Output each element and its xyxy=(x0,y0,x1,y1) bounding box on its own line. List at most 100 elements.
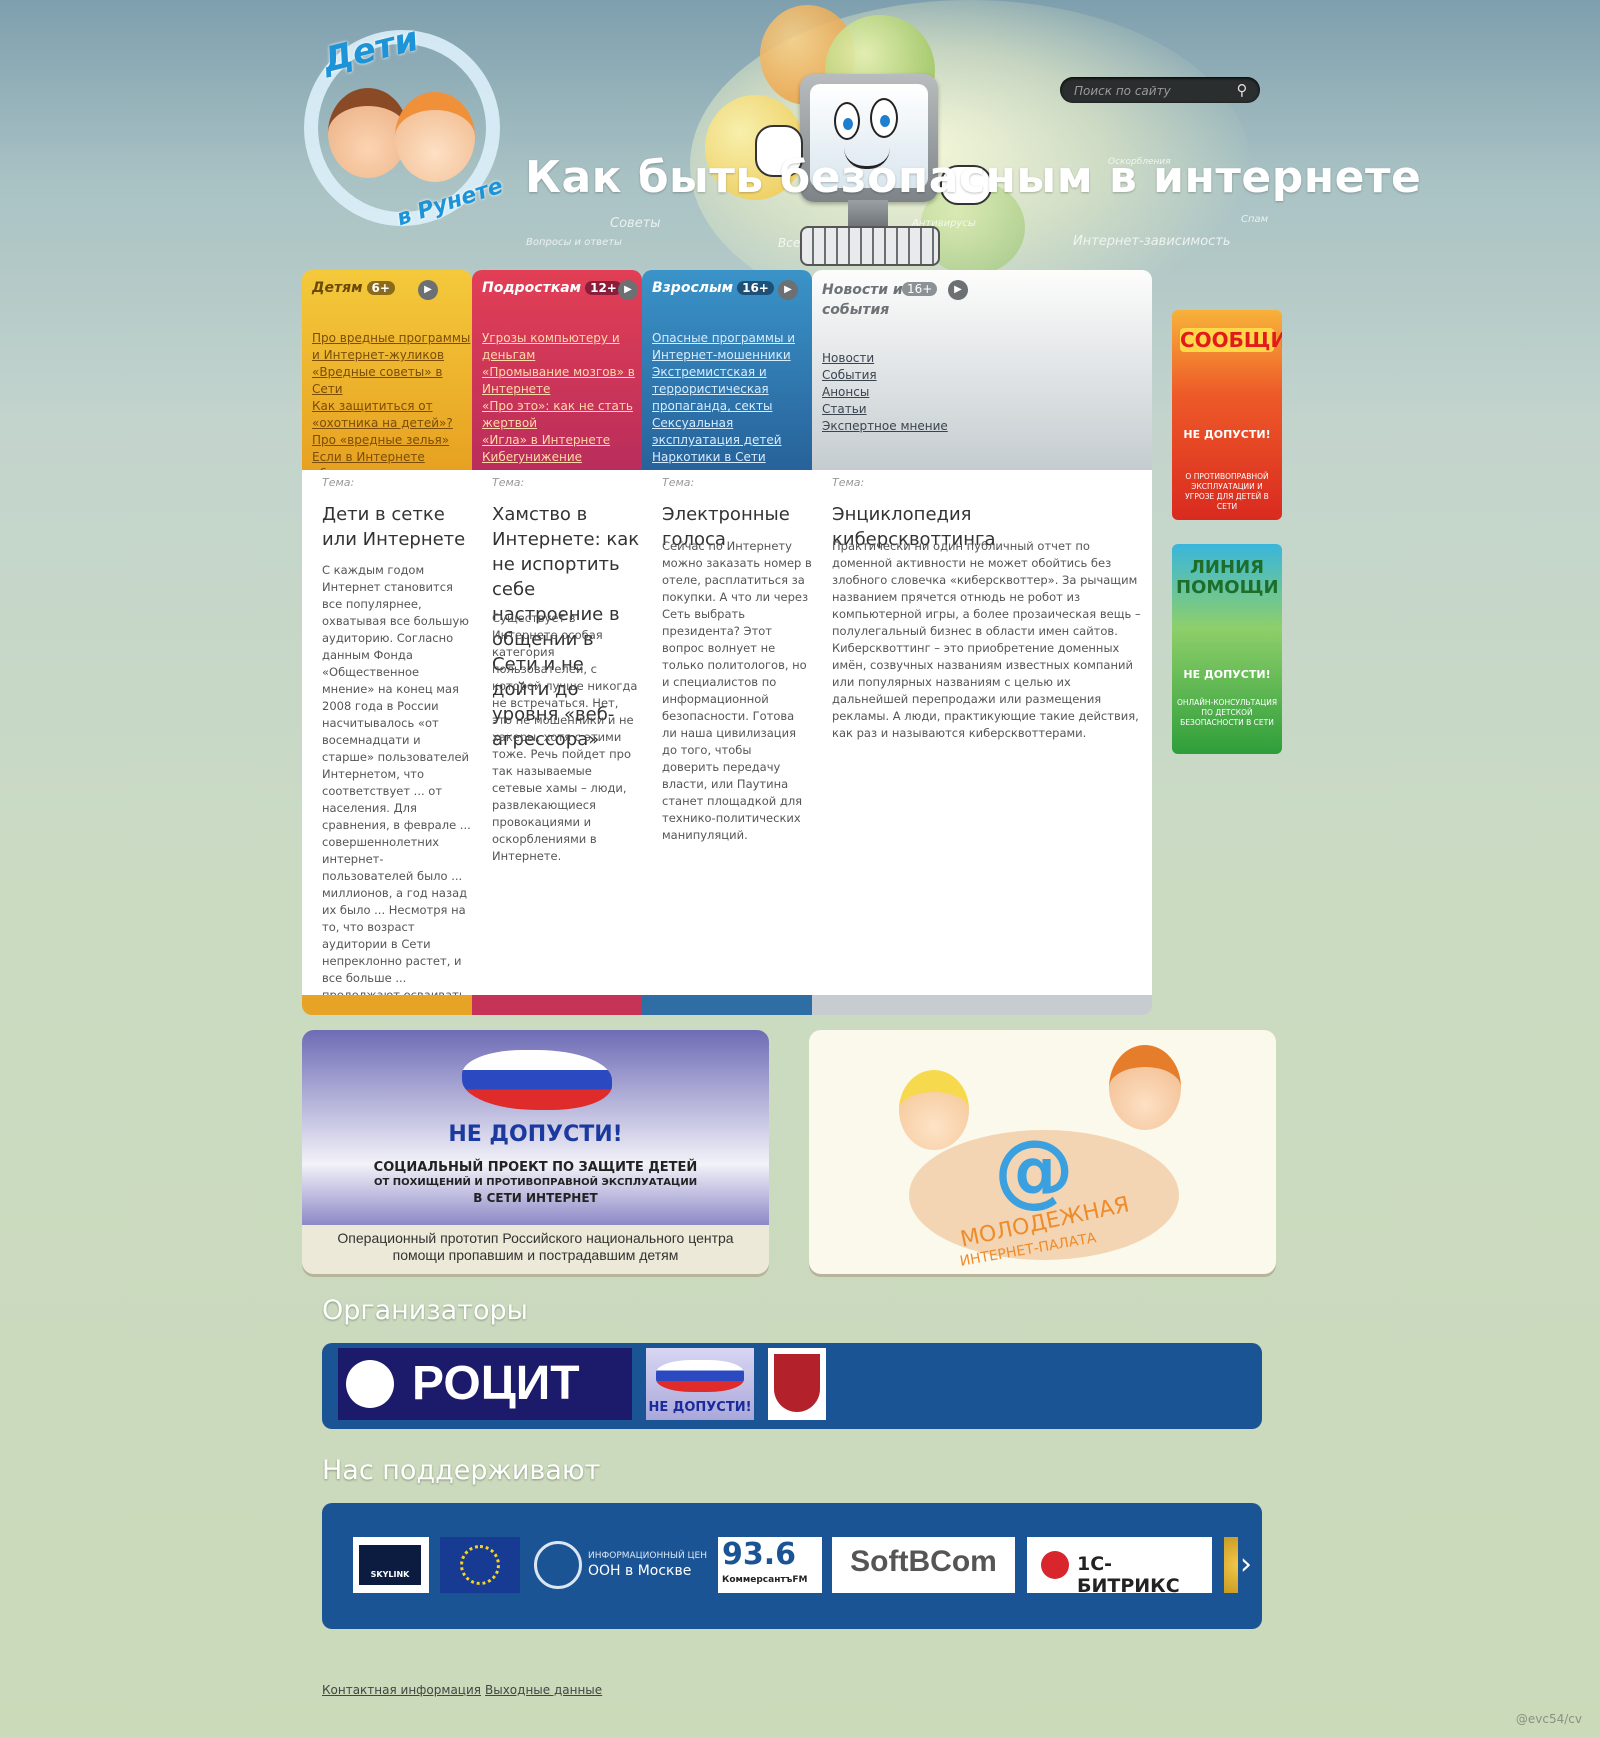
logo-eu-flag[interactable] xyxy=(440,1537,520,1593)
banner-report[interactable]: СООБЩИ НЕ ДОПУСТИ! О ПРОТИВОПРАВНОЙ ЭКСП… xyxy=(1172,310,1282,520)
link-news-3[interactable]: Статьи xyxy=(822,401,977,418)
link-teens-0[interactable]: Угрозы компьютеру и деньгам xyxy=(482,330,637,364)
link-adults-3[interactable]: Наркотики в Сети xyxy=(652,449,807,466)
theme-label: Тема: xyxy=(492,476,525,489)
column-adults-footer xyxy=(642,995,812,1015)
un-line1: ИНФОРМАЦИОННЫЙ ЦЕНТР xyxy=(588,1551,707,1561)
link-adults-1[interactable]: Экстремистская и террористическая пропаг… xyxy=(652,364,807,415)
search-input[interactable] xyxy=(1072,81,1236,101)
article-text-kids: С каждым годом Интернет становится все п… xyxy=(322,563,471,995)
skylink-label: SKYLINK xyxy=(359,1545,421,1585)
footer-credit: @evc54/cv xyxy=(1515,1712,1582,1726)
promo-caption: Операционный прототип Российского национ… xyxy=(337,1230,734,1263)
un-emblem-icon xyxy=(534,1541,582,1589)
promo-youth-at-icon: @ xyxy=(994,1123,1074,1216)
tab-news-arrow-icon[interactable]: ▶ xyxy=(948,280,968,300)
link-adults-2[interactable]: Сексуальная эксплуатация детей xyxy=(652,415,807,449)
article-title-kids[interactable]: Дети в сетке или Интернете xyxy=(322,502,472,552)
mascot-eye-right xyxy=(870,98,898,138)
tab-adults-arrow-icon[interactable]: ▶ xyxy=(778,280,798,300)
bitrix-label: 1С-БИТРИКС xyxy=(1077,1553,1180,1593)
un-line2: ООН в Москве xyxy=(588,1563,692,1579)
site-title: Как быть безопасным в интернете xyxy=(525,152,1422,203)
tab-kids-arrow-icon[interactable]: ▶ xyxy=(418,280,438,300)
link-teens-3[interactable]: «Игла» в Интернете xyxy=(482,432,637,449)
column-kids-footer xyxy=(302,995,472,1015)
logo-kommersant-fm[interactable]: 93.6 КоммерсантъFM xyxy=(718,1537,822,1593)
banner-helpline-title: ЛИНИЯ ПОМОЩИ xyxy=(1176,557,1279,598)
column-adults-body: Тема: Электронные голоса Сейчас по Интер… xyxy=(642,470,812,995)
supporters-heading: Нас поддерживают xyxy=(322,1455,601,1486)
promo-youth-girl xyxy=(899,1070,969,1150)
tab-adults[interactable]: Взрослым 16+ xyxy=(652,280,774,296)
column-teens: Подросткам 12+ ▶ Угрозы компьютеру и день… xyxy=(472,270,642,1015)
footer-imprint-link[interactable]: Выходные данные xyxy=(485,1683,602,1697)
promo-brand: НЕ ДОПУСТИ! xyxy=(448,1122,623,1147)
banner-report-text: О ПРОТИВОПРАВНОЙ ЭКСПЛУАТАЦИИ И УГРОЗЕ Д… xyxy=(1185,472,1269,511)
column-adults-links: Опасные программы и Интернет-мошенники Э… xyxy=(652,330,807,466)
tab-news[interactable]: Новости и события xyxy=(822,280,912,320)
link-kids-3[interactable]: Про «вредные зелья» xyxy=(312,432,474,449)
tag-spam[interactable]: Спам xyxy=(1241,214,1268,225)
tab-kids[interactable]: Детям 6+ xyxy=(312,280,395,296)
logo-1c-bitrix[interactable]: 1С-БИТРИКС xyxy=(1027,1537,1212,1593)
link-teens-2[interactable]: «Про это»: как не стать жертвой xyxy=(482,398,637,432)
logo-softbcom[interactable]: SoftBCom xyxy=(832,1537,1015,1593)
article-text-adults: Сейчас по Интернету можно заказать номер… xyxy=(662,539,812,842)
fm-name: КоммерсантъFM xyxy=(722,1575,808,1585)
tag-addiction[interactable]: Интернет-зависимость xyxy=(1073,234,1231,249)
banner-helpline-text: ОНЛАЙН-КОНСУЛЬТАЦИЯ ПО ДЕТСКОЙ БЕЗОПАСНО… xyxy=(1176,698,1278,727)
logo-rocit[interactable]: РОЦИТ xyxy=(338,1348,632,1420)
tab-teens-badge: 12+ xyxy=(585,281,622,295)
article-text-news: Практически ни один публичный отчет по д… xyxy=(832,539,1141,740)
link-kids-1[interactable]: «Вредные советы» в Сети xyxy=(312,364,474,398)
tag-advice[interactable]: Советы xyxy=(610,216,661,231)
logo-girl-face xyxy=(395,92,475,182)
softbcom-label: SoftBCom xyxy=(850,1545,997,1578)
logo-skylink[interactable]: SKYLINK xyxy=(353,1537,429,1593)
column-teens-body: Тема: Хамство в Интернете: как не испорт… xyxy=(472,470,642,995)
column-kids-links: Про вредные программы и Интернет-жуликов… xyxy=(312,330,474,483)
organizers-box: РОЦИТ НЕ ДОПУСТИ! xyxy=(322,1343,1262,1429)
search-icon[interactable]: ⚲ xyxy=(1232,80,1252,100)
article-text-teens: Существует в Интернете особая категория … xyxy=(492,611,638,863)
banner-report-title: СООБЩИ xyxy=(1180,328,1282,352)
link-news-2[interactable]: Анонсы xyxy=(822,384,977,401)
link-news-4[interactable]: Экспертное мнение xyxy=(822,418,977,435)
promo-ne-dopusti[interactable]: НЕ ДОПУСТИ! СОЦИАЛЬНЫЙ ПРОЕКТ ПО ЗАЩИТЕ … xyxy=(302,1030,769,1274)
link-news-1[interactable]: События xyxy=(822,367,977,384)
carousel-next-icon[interactable]: › xyxy=(1236,1547,1256,1583)
tab-teens[interactable]: Подросткам 12+ xyxy=(482,280,622,296)
banner-helpline[interactable]: ЛИНИЯ ПОМОЩИ НЕ ДОПУСТИ! ОНЛАЙН-КОНСУЛЬТ… xyxy=(1172,544,1282,754)
link-adults-0[interactable]: Опасные программы и Интернет-мошенники xyxy=(652,330,807,364)
column-news: Новости и события 16+ ▶ Новости События … xyxy=(812,270,1152,1015)
column-kids: Детям 6+ ▶ Про вредные программы и Интерн… xyxy=(302,270,474,1015)
link-kids-0[interactable]: Про вредные программы и Интернет-жуликов xyxy=(312,330,474,364)
tab-adults-label: Взрослым xyxy=(652,280,734,296)
link-teens-4[interactable]: Кибerунижение xyxy=(482,449,637,466)
link-teens-1[interactable]: «Промывание мозгов» в Интернете xyxy=(482,364,637,398)
footer-contact-link[interactable]: Контактная информация xyxy=(322,1683,481,1697)
link-news-0[interactable]: Новости xyxy=(822,350,977,367)
mascot-stand xyxy=(848,200,888,228)
mascot-eye-left xyxy=(834,102,860,140)
link-kids-2[interactable]: Как защититься от «охотника на детей»? xyxy=(312,398,474,432)
logo-moscow-coat-of-arms[interactable] xyxy=(768,1348,826,1420)
column-news-body: Тема: Энциклопедия киберсквоттинга Практ… xyxy=(812,470,1152,995)
promo-youth-chamber[interactable]: @ МОЛОДЕЖНАЯ ИНТЕРНЕТ-ПАЛАТА xyxy=(809,1030,1276,1274)
logo-ne-dopusti[interactable]: НЕ ДОПУСТИ! xyxy=(646,1348,754,1420)
ne-dopusti-map xyxy=(656,1360,744,1392)
tab-teens-arrow-icon[interactable]: ▶ xyxy=(618,280,638,300)
logo-un-info-center[interactable]: ИНФОРМАЦИОННЫЙ ЦЕНТР ООН в Москве xyxy=(532,1537,707,1593)
eu-stars-icon xyxy=(460,1545,500,1585)
rocit-emblem-icon xyxy=(346,1360,394,1408)
tab-teens-label: Подросткам xyxy=(482,280,582,296)
promo-line3: В СЕТИ ИНТЕРНЕТ xyxy=(473,1191,598,1205)
column-teens-links: Угрозы компьютеру и деньгам «Промывание … xyxy=(482,330,637,466)
column-kids-body: Тема: Дети в сетке или Интернете С кажды… xyxy=(302,470,472,995)
tag-qa[interactable]: Вопросы и ответы xyxy=(526,237,622,248)
promo-map-figure xyxy=(462,1050,612,1110)
promo-youth-boy xyxy=(1109,1045,1181,1130)
theme-label: Тема: xyxy=(832,476,865,489)
tab-kids-badge: 6+ xyxy=(366,281,395,295)
